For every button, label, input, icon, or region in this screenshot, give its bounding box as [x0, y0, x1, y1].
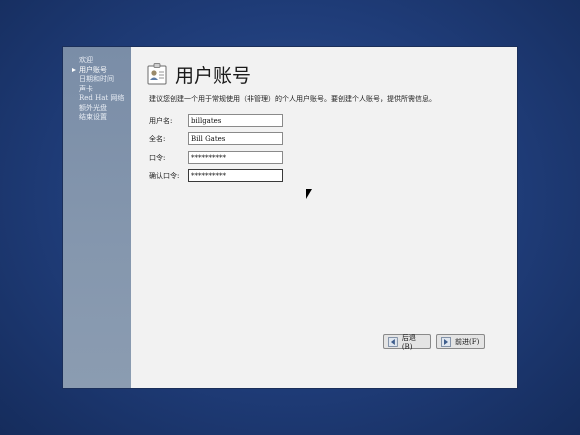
password-label: 口令:	[149, 154, 166, 162]
arrow-right-icon	[441, 336, 451, 347]
step-date-time: 日期和时间	[79, 75, 114, 83]
username-label: 用户名:	[149, 117, 173, 125]
username-input[interactable]	[188, 114, 283, 127]
back-button-label: 后退(B)	[401, 333, 416, 351]
next-button[interactable]: 前进(F)	[436, 334, 485, 349]
step-user-account: 用户账号	[72, 65, 124, 76]
fullname-row: 全名:	[149, 132, 349, 145]
current-step-arrow-icon	[72, 67, 76, 72]
step-welcome: 欢迎	[79, 56, 93, 64]
sidebar: 欢迎 用户账号 日期和时间 声卡 Red Hat 网络 额外光盘 结束设置	[63, 47, 131, 388]
page-title: 用户账号	[175, 65, 252, 87]
step-extra-cds: 额外光盘	[79, 103, 107, 112]
next-button-label: 前进(F)	[455, 337, 480, 346]
step-user-account-label: 用户账号	[79, 65, 107, 74]
main-content: 用户账号 建议您创建一个用于常规使用（非管理）的个人用户账号。要创建个人账号，提…	[131, 47, 517, 388]
confirm-password-row: 确认口令:	[149, 169, 349, 182]
setup-agent-window: 欢迎 用户账号 日期和时间 声卡 Red Hat 网络 额外光盘 结束设置 用户…	[63, 47, 517, 388]
step-list: 欢迎 用户账号 日期和时间 声卡 Red Hat 网络 额外光盘 结束设置	[72, 56, 125, 123]
page-description: 建议您创建一个用于常规使用（非管理）的个人用户账号。要创建个人账号，提供所需信息…	[149, 95, 436, 103]
arrow-left-icon	[388, 336, 398, 347]
fullname-label: 全名:	[149, 135, 166, 143]
username-row: 用户名:	[149, 114, 349, 127]
back-button[interactable]: 后退(B)	[383, 333, 431, 351]
password-input[interactable]	[188, 151, 283, 164]
step-finish: 结束设置	[79, 113, 107, 121]
confirm-password-label: 确认口令:	[149, 172, 180, 180]
step-sound-card: 声卡	[79, 84, 93, 93]
fullname-input[interactable]	[188, 132, 283, 145]
step-redhat-network: Red Hat 网络	[79, 94, 125, 102]
password-row: 口令:	[149, 151, 349, 164]
user-badge-icon	[147, 63, 167, 85]
mouse-pointer-icon	[306, 189, 312, 199]
confirm-password-input[interactable]	[188, 169, 283, 182]
